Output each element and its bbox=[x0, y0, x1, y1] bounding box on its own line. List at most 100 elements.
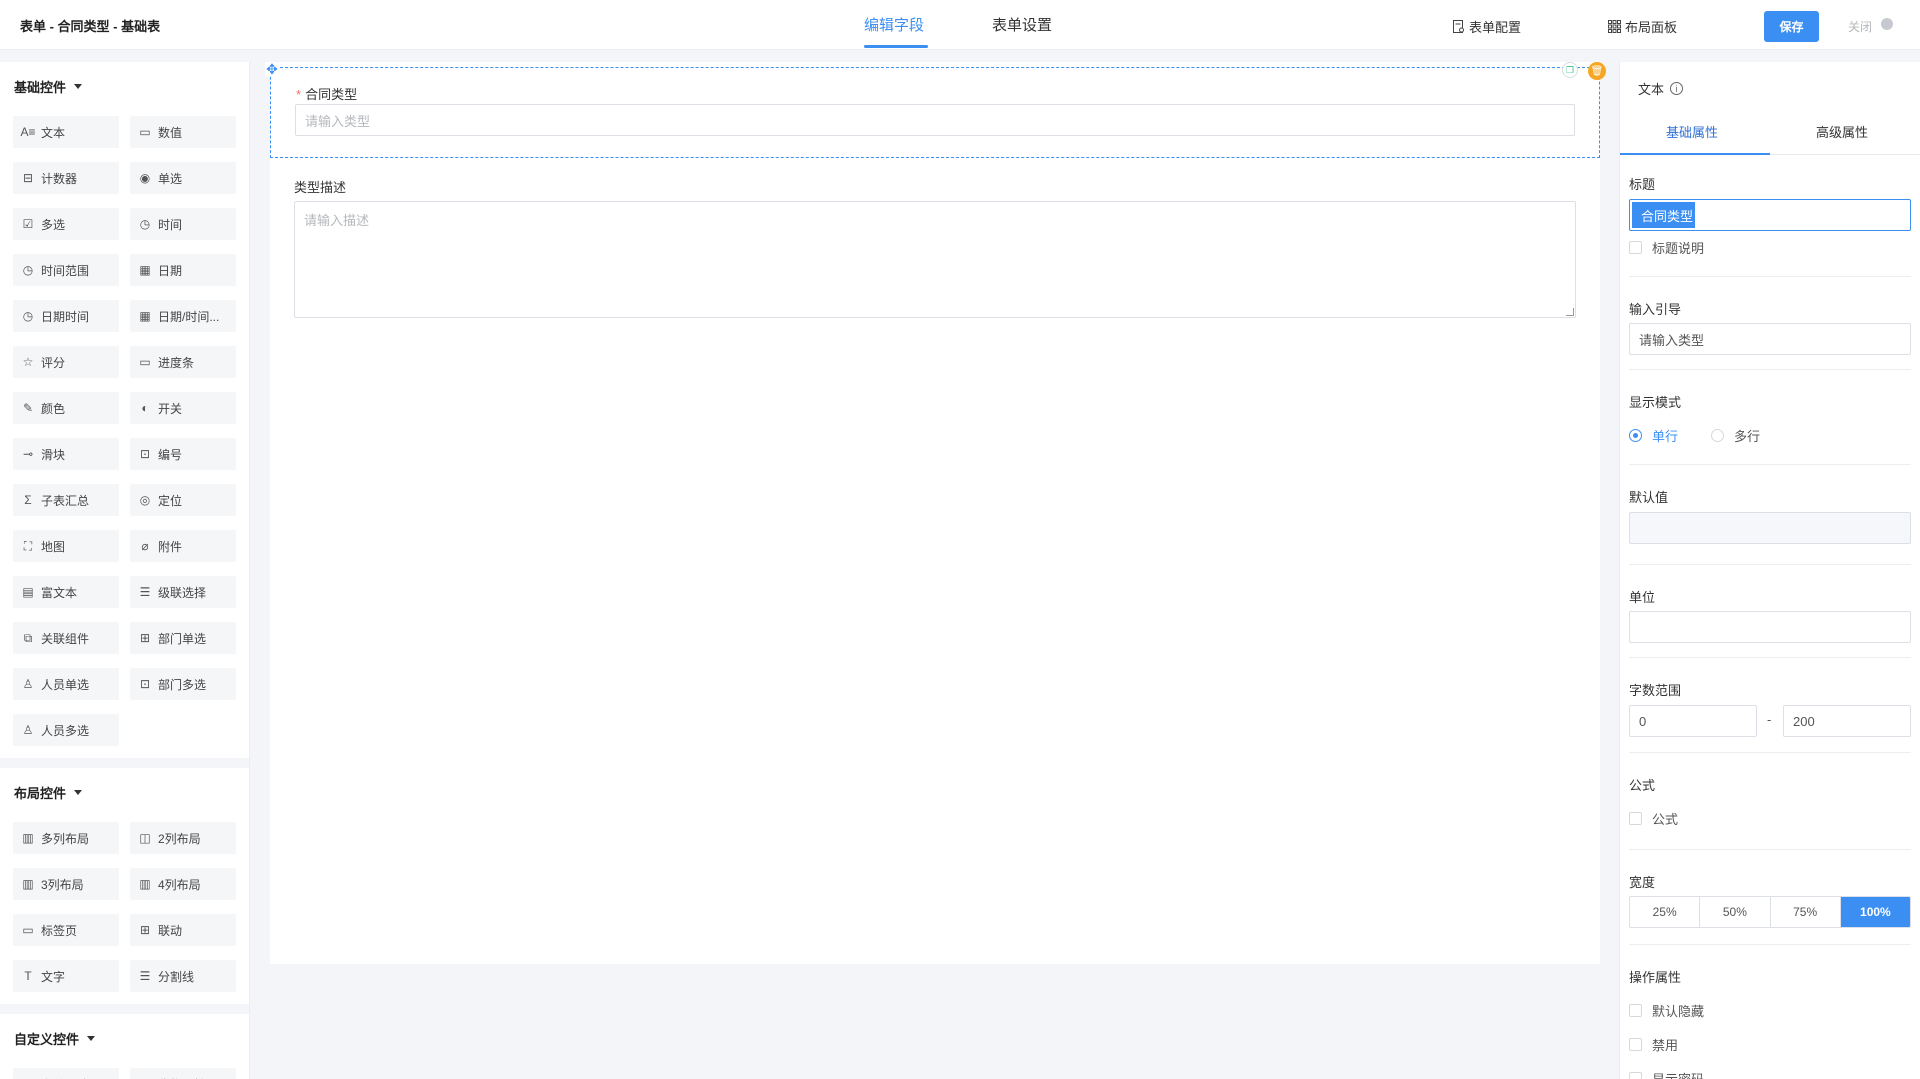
title-input[interactable]: 合同类型 bbox=[1629, 199, 1911, 231]
widget-item[interactable]: ⊸ 滑块 bbox=[13, 438, 119, 470]
form-config-button[interactable]: 表单配置 bbox=[1452, 17, 1521, 36]
widget-item[interactable]: ♙ 人员多选 bbox=[13, 714, 119, 746]
unit-input[interactable] bbox=[1629, 611, 1911, 643]
formula-checkbox[interactable]: 公式 bbox=[1629, 809, 1678, 828]
section-divider bbox=[0, 758, 249, 768]
caret-down-icon bbox=[87, 1035, 96, 1041]
active-tab-indicator bbox=[1620, 153, 1770, 155]
radio-button[interactable] bbox=[1629, 429, 1642, 442]
type-description-textarea[interactable]: 请输入描述 bbox=[294, 201, 1576, 318]
disabled-checkbox[interactable]: 禁用 bbox=[1629, 1035, 1678, 1054]
checkbox-box[interactable] bbox=[1629, 1072, 1642, 1079]
widget-item[interactable]: ◎ 定位 bbox=[130, 484, 236, 516]
default-value-label: 默认值 bbox=[1629, 490, 1669, 505]
basic-widgets-header[interactable]: 基础控件 bbox=[0, 62, 249, 110]
checkbox-box[interactable] bbox=[1629, 812, 1642, 825]
show-password-checkbox[interactable]: 显示密码 bbox=[1629, 1069, 1704, 1079]
checkbox-label: 显示密码 bbox=[1652, 1069, 1704, 1079]
section-divider bbox=[0, 1004, 249, 1014]
widget-label: 关联组件 bbox=[41, 631, 90, 646]
default-hidden-checkbox[interactable]: 默认隐藏 bbox=[1629, 1001, 1704, 1020]
delete-icon[interactable]: 🗑 bbox=[1588, 62, 1606, 80]
widget-item[interactable]: ⊡ 部门多选 bbox=[130, 668, 236, 700]
tabs-icon: ▭ bbox=[22, 923, 34, 937]
close-toggle-icon[interactable] bbox=[1881, 18, 1893, 30]
widget-item[interactable]: ▤ 富文本 bbox=[13, 576, 119, 608]
widget-item[interactable]: ◉ 单选 bbox=[130, 162, 236, 194]
title-desc-checkbox[interactable]: 标题说明 bbox=[1629, 238, 1704, 257]
widget-item[interactable]: ◐ 开关 bbox=[130, 392, 236, 424]
widget-label: 日期 bbox=[158, 263, 183, 278]
copy-icon[interactable]: ❐ bbox=[1562, 62, 1578, 78]
text-icon: A≡ bbox=[20, 125, 36, 139]
selected-field-contract-type[interactable]: ✥ ❐ 🗑 * 合同类型 请输入类型 bbox=[265, 62, 1606, 158]
layout-panel-button[interactable]: 布局面板 bbox=[1608, 17, 1677, 36]
widget-item[interactable]: ◷ 时间 bbox=[130, 208, 236, 240]
checkbox-box[interactable] bbox=[1629, 241, 1642, 254]
tab-form-settings[interactable]: 表单设置 bbox=[992, 14, 1052, 35]
form-config-label: 表单配置 bbox=[1469, 20, 1522, 35]
width-option-100[interactable]: 100% bbox=[1840, 897, 1910, 927]
widget-item[interactable]: ☰ 级联选择 bbox=[130, 576, 236, 608]
widget-item[interactable]: ⊞ 部门单选 bbox=[130, 622, 236, 654]
widget-item[interactable]: ⌄海关用途 bbox=[13, 1068, 119, 1079]
widget-item[interactable]: ☰ 分割线 bbox=[130, 960, 236, 992]
widget-item[interactable]: ◫ 2列布局 bbox=[130, 822, 236, 854]
checkbox-box[interactable] bbox=[1629, 1038, 1642, 1051]
char-max-input[interactable]: 200 bbox=[1783, 705, 1911, 737]
two-column-icon: ◫ bbox=[139, 831, 151, 845]
widget-item[interactable]: ✎ 颜色 bbox=[13, 392, 119, 424]
radio-multi-line[interactable]: 多行 bbox=[1711, 426, 1760, 445]
field-label-text: 合同类型 bbox=[305, 87, 358, 102]
widget-label: 多选 bbox=[41, 217, 66, 232]
radio-single-line[interactable]: 单行 bbox=[1629, 426, 1678, 445]
widget-item[interactable]: ▥ 4列布局 bbox=[130, 868, 236, 900]
widget-item[interactable]: ◷ 时间范围 bbox=[13, 254, 119, 286]
widget-item[interactable]: Σ 子表汇总 bbox=[13, 484, 119, 516]
widget-item[interactable]: ▦ 日期/时间... bbox=[130, 300, 236, 332]
widget-item[interactable]: ⊞ 联动 bbox=[130, 914, 236, 946]
char-min-input[interactable]: 0 bbox=[1629, 705, 1757, 737]
resize-handle-icon[interactable] bbox=[1566, 308, 1574, 316]
close-button[interactable]: 关闭 bbox=[1848, 18, 1872, 35]
contract-type-input[interactable]: 请输入类型 bbox=[295, 104, 1575, 136]
tab-advanced-properties[interactable]: 高级属性 bbox=[1816, 122, 1868, 141]
widget-item[interactable]: A≡ 文本 bbox=[13, 116, 119, 148]
widget-item[interactable]: T 文字 bbox=[13, 960, 119, 992]
widget-item[interactable]: ☑ 多选 bbox=[13, 208, 119, 240]
widget-label: 编号 bbox=[158, 447, 183, 462]
save-button[interactable]: 保存 bbox=[1764, 11, 1819, 42]
widget-item[interactable]: ☆ 评分 bbox=[13, 346, 119, 378]
widget-item[interactable]: ▥ 多列布局 bbox=[13, 822, 119, 854]
tab-basic-properties[interactable]: 基础属性 bbox=[1666, 122, 1718, 141]
custom-widgets-header[interactable]: 自定义控件 bbox=[0, 1014, 249, 1062]
checkbox-box[interactable] bbox=[1629, 1004, 1642, 1017]
widget-item[interactable]: ⊡ 编号 bbox=[130, 438, 236, 470]
widget-item[interactable]: ⛶ 地图 bbox=[13, 530, 119, 562]
widget-item[interactable]: ♙ 人员单选 bbox=[13, 668, 119, 700]
widget-item[interactable]: ▭ 标签页 bbox=[13, 914, 119, 946]
width-option-25[interactable]: 25% bbox=[1630, 897, 1701, 927]
placeholder-input[interactable]: 请输入类型 bbox=[1629, 323, 1911, 355]
widget-item[interactable]: ⧉ 关联组件 bbox=[13, 622, 119, 654]
widget-item[interactable]: ◷ 日期时间 bbox=[13, 300, 119, 332]
move-icon[interactable]: ✥ bbox=[265, 62, 279, 76]
info-icon[interactable]: i bbox=[1670, 82, 1684, 95]
default-value-input[interactable] bbox=[1629, 512, 1911, 544]
widget-item[interactable]: ⊟ 计数器 bbox=[13, 162, 119, 194]
radio-button[interactable] bbox=[1711, 429, 1724, 442]
tab-edit-fields[interactable]: 编辑字段 bbox=[864, 14, 924, 35]
widget-item[interactable]: ⌄货物属性 bbox=[130, 1068, 236, 1079]
widget-item[interactable]: ⌀ 附件 bbox=[130, 530, 236, 562]
widget-item[interactable]: ▭ 进度条 bbox=[130, 346, 236, 378]
document-gear-icon bbox=[1453, 20, 1464, 33]
widget-item[interactable]: ▦ 日期 bbox=[130, 254, 236, 286]
properties-panel: 文本 i 基础属性 高级属性 标题 合同类型 标题说明 输入引导 请输入类型 显… bbox=[1619, 62, 1920, 1079]
width-option-75[interactable]: 75% bbox=[1770, 897, 1841, 927]
width-option-50[interactable]: 50% bbox=[1700, 897, 1771, 927]
widget-item[interactable]: ▭ 数值 bbox=[130, 116, 236, 148]
placeholder-label: 输入引导 bbox=[1629, 302, 1682, 317]
widget-label: 子表汇总 bbox=[41, 493, 90, 508]
layout-widgets-header[interactable]: 布局控件 bbox=[0, 768, 249, 816]
widget-item[interactable]: ▥ 3列布局 bbox=[13, 868, 119, 900]
